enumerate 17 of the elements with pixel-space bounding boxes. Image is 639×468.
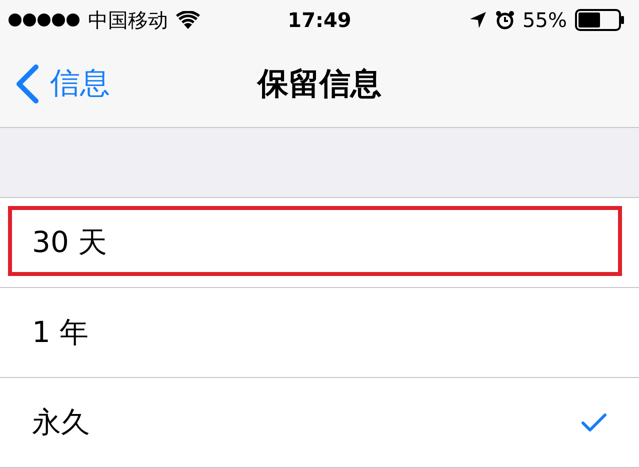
wifi-icon: [176, 11, 200, 29]
option-label: 30 天: [32, 224, 108, 260]
option-row[interactable]: 1 年: [0, 288, 639, 378]
option-row[interactable]: 30 天: [0, 198, 639, 288]
carrier-name: 中国移动: [88, 6, 168, 34]
option-row[interactable]: 永久: [0, 378, 639, 468]
page-title: 保留信息: [258, 64, 382, 104]
chevron-left-icon: [14, 64, 40, 104]
back-button[interactable]: 信息: [0, 63, 110, 104]
battery-icon: [575, 9, 625, 31]
location-arrow-icon: [468, 11, 487, 29]
clock-time: 17:49: [288, 8, 352, 32]
alarm-clock-icon: [494, 10, 515, 30]
option-label: 1 年: [32, 314, 89, 350]
battery-percentage: 55%: [522, 8, 567, 32]
signal-icon: [8, 13, 80, 27]
option-label: 永久: [32, 404, 90, 440]
